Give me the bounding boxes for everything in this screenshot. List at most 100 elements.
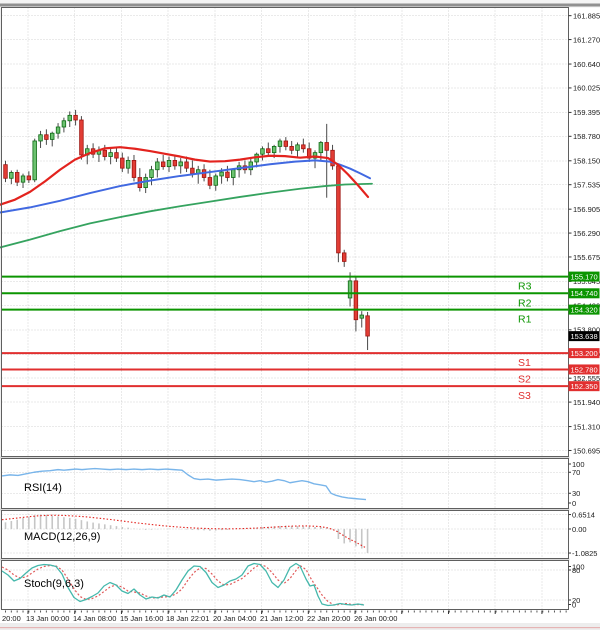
candle-bullish: [33, 141, 37, 180]
price-axis-label: 159.395: [573, 108, 600, 117]
price-axis-label: 150.695: [573, 446, 600, 455]
time-axis-label: 20 Jan 04:00: [213, 614, 256, 623]
stoch-scale-label: 80: [572, 566, 580, 575]
price-axis-label: 155.675: [573, 253, 600, 262]
candle-bearish: [366, 316, 370, 336]
candle-bearish: [191, 168, 195, 173]
candle-bearish: [267, 149, 271, 153]
price-axis-label: 160.640: [573, 60, 600, 69]
candle-bearish: [208, 178, 212, 186]
candle-bearish: [325, 143, 329, 151]
level-label-r2: R2: [518, 297, 532, 309]
price-axis-label: 151.310: [573, 422, 600, 431]
level-label-s1: S1: [518, 357, 531, 369]
time-axis-label: 18 Jan 22:01: [166, 614, 209, 623]
rsi-indicator-label: RSI(14): [24, 482, 62, 494]
bottom-accent-line: [0, 627, 600, 628]
level-label-r3: R3: [518, 281, 532, 293]
price-axis-label: 158.150: [573, 157, 600, 166]
price-axis-label: 151.940: [573, 398, 600, 407]
level-badge-r1: 154.320: [571, 305, 598, 314]
candle-bullish: [126, 160, 130, 168]
bottom-strip: [0, 623, 600, 630]
price-axis-label: 157.535: [573, 180, 600, 189]
rsi-scale-label: 30: [572, 489, 580, 498]
time-axis-label: 26 Jan 00:00: [354, 614, 397, 623]
candle-bearish: [185, 162, 189, 168]
candle-bullish: [156, 162, 160, 170]
candle-bearish: [354, 281, 358, 320]
candle-bearish: [121, 158, 125, 168]
candle-bullish: [179, 162, 183, 166]
candle-bearish: [74, 115, 78, 120]
candle-bullish: [278, 141, 282, 146]
candle-bullish: [231, 170, 235, 178]
rsi-plot-area[interactable]: [2, 459, 569, 509]
candle-bearish: [115, 153, 119, 158]
candle-bearish: [15, 172, 19, 182]
candle-bullish: [109, 153, 113, 157]
price-axis-label: 158.780: [573, 132, 600, 141]
candle-bullish: [21, 176, 25, 182]
candle-bearish: [342, 253, 346, 262]
candle-bullish: [272, 146, 276, 152]
candle-bearish: [226, 172, 230, 177]
rsi-scale-label: 0: [572, 499, 576, 508]
candle-bullish: [150, 170, 154, 178]
candle-bearish: [80, 120, 84, 155]
time-axis-label: 13 Jan 00:00: [26, 614, 69, 623]
candle-bearish: [302, 145, 306, 149]
macd-scale-label: 0.00: [572, 525, 587, 534]
candle-bearish: [103, 150, 107, 156]
price-axis-label: 161.885: [573, 11, 600, 20]
candle-bullish: [220, 172, 224, 176]
macd-scale-label: -1.0825: [572, 549, 597, 558]
candle-bearish: [27, 176, 31, 180]
candle-bullish: [360, 315, 364, 318]
rsi-scale-label: 70: [572, 468, 580, 477]
trading-chart-window: R3R2R1S1S2S3161.885161.270160.640160.025…: [0, 0, 600, 630]
level-label-s2: S2: [518, 373, 531, 385]
stoch-scale-label: 0: [572, 600, 576, 609]
level-label-s3: S3: [518, 390, 531, 402]
candle-bearish: [337, 166, 341, 253]
stoch-indicator-label: Stoch(9,6,3): [24, 578, 84, 590]
candle-bullish: [68, 115, 72, 120]
candle-bullish: [167, 160, 171, 166]
level-label-r1: R1: [518, 314, 532, 326]
level-badge-r3: 155.170: [571, 272, 598, 281]
window-top-border: [0, 4, 600, 7]
candle-bullish: [39, 135, 43, 141]
current-price-badge: 153.638: [571, 332, 598, 341]
candle-bearish: [132, 160, 136, 177]
price-axis-label: 156.905: [573, 205, 600, 214]
level-badge-s3: 152.350: [571, 382, 598, 391]
candle-bullish: [296, 145, 300, 150]
time-axis-label: 14 Jan 08:00: [73, 614, 116, 623]
candle-bullish: [261, 149, 265, 154]
time-axis-label: 15 Jan 16:00: [120, 614, 163, 623]
macd-scale-label: 0.6514: [572, 510, 595, 519]
time-axis-label: 21 Jan 12:00: [260, 614, 303, 623]
candle-bearish: [4, 165, 8, 179]
macd-indicator-label: MACD(12,26,9): [24, 531, 100, 543]
time-axis-label: 20:00: [2, 614, 21, 623]
candle-bullish: [62, 121, 66, 127]
time-axis-label: 22 Jan 20:00: [307, 614, 350, 623]
window-top-edge: [0, 0, 600, 4]
level-badge-s2: 152.780: [571, 365, 598, 374]
candle-bearish: [290, 146, 294, 150]
candle-bullish: [214, 176, 218, 185]
candle-bearish: [45, 135, 49, 140]
candle-bullish: [319, 143, 323, 153]
stoch-plot-area[interactable]: [2, 561, 569, 610]
level-badge-s1: 153.200: [571, 349, 598, 358]
candle-bullish: [348, 281, 352, 298]
price-axis-label: 161.270: [573, 35, 600, 44]
candle-bullish: [56, 127, 60, 133]
candle-bearish: [161, 162, 165, 167]
candle-bearish: [173, 160, 177, 165]
main-chart-plot-area[interactable]: [2, 8, 569, 457]
candle-bullish: [50, 133, 54, 139]
candle-bullish: [10, 172, 14, 178]
